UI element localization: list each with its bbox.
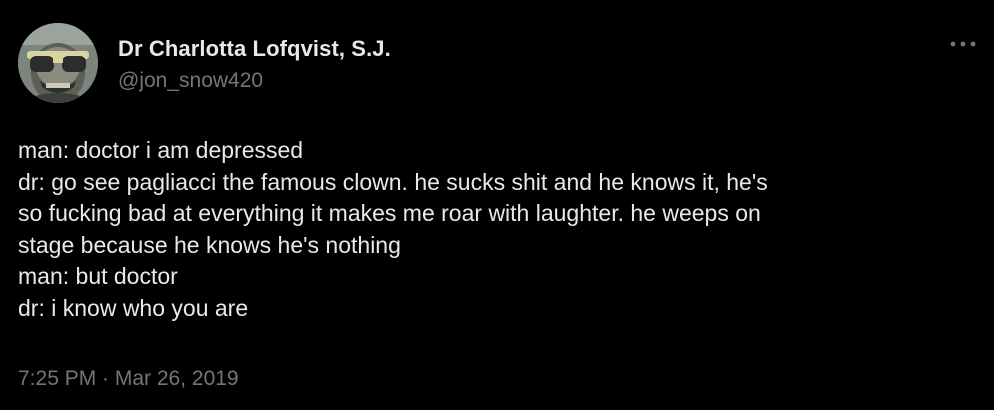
more-options-button[interactable] — [948, 32, 978, 56]
author-handle[interactable]: @jon_snow420 — [118, 69, 263, 93]
avatar[interactable] — [18, 23, 98, 103]
tweet-text: man: doctor i am depressed dr: go see pa… — [18, 135, 978, 324]
tweet-text-line: dr: i know who you are — [18, 294, 249, 321]
tweet-timestamp[interactable]: 7:25 PM · Mar 26, 2019 — [18, 367, 239, 391]
avatar-image — [18, 23, 98, 103]
tweet-card: Dr Charlotta Lofqvist, S.J. @jon_snow420… — [0, 0, 994, 410]
more-horizontal-icon — [950, 41, 976, 47]
tweet-text-line: dr: go see pagliacci the famous clown. h… — [18, 168, 768, 195]
tweet-text-line: man: doctor i am depressed — [18, 137, 304, 163]
author-display-name[interactable]: Dr Charlotta Lofqvist, S.J. — [118, 36, 391, 62]
tweet-text-line: so fucking bad at everything it makes me… — [18, 200, 761, 226]
tweet-text-line: man: but doctor — [18, 263, 178, 289]
tweet-text-line: stage because he knows he's nothing — [18, 231, 401, 258]
